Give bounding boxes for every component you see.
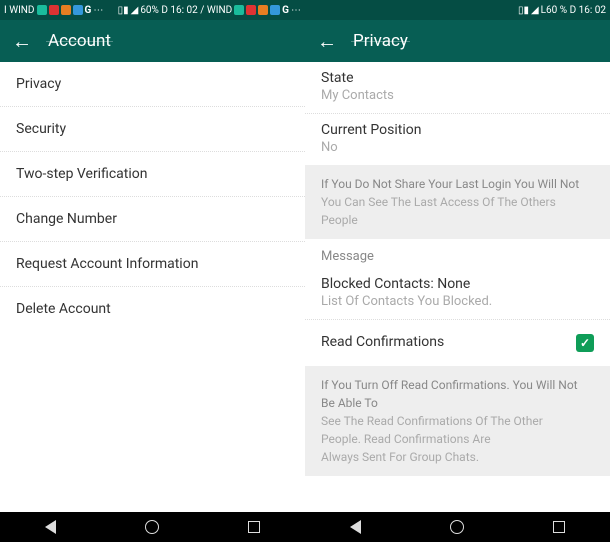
more-icon: ⋯ bbox=[93, 5, 103, 16]
g-icon: G bbox=[282, 5, 289, 16]
status-icon bbox=[37, 5, 47, 15]
status-icon bbox=[246, 5, 256, 15]
read-confirmations-checkbox[interactable]: ✓ bbox=[576, 334, 594, 352]
privacy-content: State My Contacts Current Position No If… bbox=[305, 62, 610, 512]
carrier-label: I WIND bbox=[4, 5, 35, 16]
status-icon bbox=[49, 5, 59, 15]
page-title: Account bbox=[48, 31, 111, 51]
nav-home-button[interactable] bbox=[450, 520, 464, 534]
signal-icon: ▯▮ bbox=[518, 5, 529, 16]
privacy-screen: ▯▮ ◢ L60 % D 16: 02 ← Privacy State My C… bbox=[305, 0, 610, 542]
state-section[interactable]: State My Contacts bbox=[305, 62, 610, 114]
blocked-sub: List Of Contacts You Blocked. bbox=[321, 294, 594, 309]
info-text: See The Read Confirmations Of The Other bbox=[321, 412, 594, 430]
nav-back-button[interactable] bbox=[45, 520, 56, 534]
position-title: Current Position bbox=[321, 122, 594, 138]
info-text: You Can See The Last Access Of The Other… bbox=[321, 193, 594, 211]
status-text: 60% D 16: 02 / WIND bbox=[140, 5, 232, 16]
status-icon bbox=[73, 5, 83, 15]
account-list: Privacy Security Two-step Verification C… bbox=[0, 62, 305, 512]
blocked-section[interactable]: Blocked Contacts: None List Of Contacts … bbox=[305, 268, 610, 320]
read-confirmations-row[interactable]: Read Confirmations ✓ bbox=[305, 320, 610, 366]
nav-recent-button[interactable] bbox=[248, 521, 260, 533]
back-arrow-icon[interactable]: ← bbox=[317, 29, 337, 54]
login-info-block: If You Do Not Share Your Last Login You … bbox=[305, 165, 610, 239]
change-number-item[interactable]: Change Number bbox=[0, 197, 305, 242]
state-value: My Contacts bbox=[321, 88, 594, 103]
status-icon bbox=[258, 5, 268, 15]
security-item[interactable]: Security bbox=[0, 107, 305, 152]
blocked-title: Blocked Contacts: None bbox=[321, 276, 594, 292]
signal-bars-icon: ◢ bbox=[531, 5, 539, 16]
status-icon bbox=[234, 5, 244, 15]
request-account-info-item[interactable]: Request Account Information bbox=[0, 242, 305, 287]
delete-account-item[interactable]: Delete Account bbox=[0, 287, 305, 331]
info-text: People bbox=[321, 211, 594, 229]
nav-home-button[interactable] bbox=[145, 520, 159, 534]
message-label: Message bbox=[305, 239, 610, 268]
position-section[interactable]: Current Position No bbox=[305, 114, 610, 165]
info-text: If You Do Not Share Your Last Login You … bbox=[321, 175, 594, 193]
position-value: No bbox=[321, 140, 594, 155]
privacy-item[interactable]: Privacy bbox=[0, 62, 305, 107]
read-confirmations-label: Read Confirmations bbox=[321, 334, 444, 350]
info-text: Always Sent For Group Chats. bbox=[321, 448, 594, 466]
g-icon: G bbox=[85, 5, 92, 16]
status-icon bbox=[61, 5, 71, 15]
nav-back-button[interactable] bbox=[350, 520, 361, 534]
account-screen: I WIND G ⋯ ▯▮ ◢ 60% D 16: 02 / WIND G ⋯ bbox=[0, 0, 305, 542]
nav-bar bbox=[0, 512, 305, 542]
nav-recent-button[interactable] bbox=[553, 521, 565, 533]
status-bar: ▯▮ ◢ L60 % D 16: 02 bbox=[305, 0, 610, 20]
info-text: If You Turn Off Read Confirmations. You … bbox=[321, 376, 594, 412]
nav-bar bbox=[305, 512, 610, 542]
back-arrow-icon[interactable]: ← bbox=[12, 29, 32, 54]
signal-icon: ▯▮ bbox=[118, 5, 129, 16]
info-text: People. Read Confirmations Are bbox=[321, 430, 594, 448]
app-bar: ← Account bbox=[0, 20, 305, 62]
page-title: Privacy bbox=[353, 31, 408, 51]
status-text: L60 % D 16: 02 bbox=[541, 5, 606, 16]
more-icon: ⋯ bbox=[291, 5, 301, 16]
state-title: State bbox=[321, 70, 594, 86]
read-info-block: If You Turn Off Read Confirmations. You … bbox=[305, 366, 610, 476]
status-icon bbox=[270, 5, 280, 15]
app-bar: ← Privacy bbox=[305, 20, 610, 62]
signal-bars-icon: ◢ bbox=[131, 5, 139, 16]
status-bar: I WIND G ⋯ ▯▮ ◢ 60% D 16: 02 / WIND G ⋯ bbox=[0, 0, 305, 20]
two-step-verification-item[interactable]: Two-step Verification bbox=[0, 152, 305, 197]
